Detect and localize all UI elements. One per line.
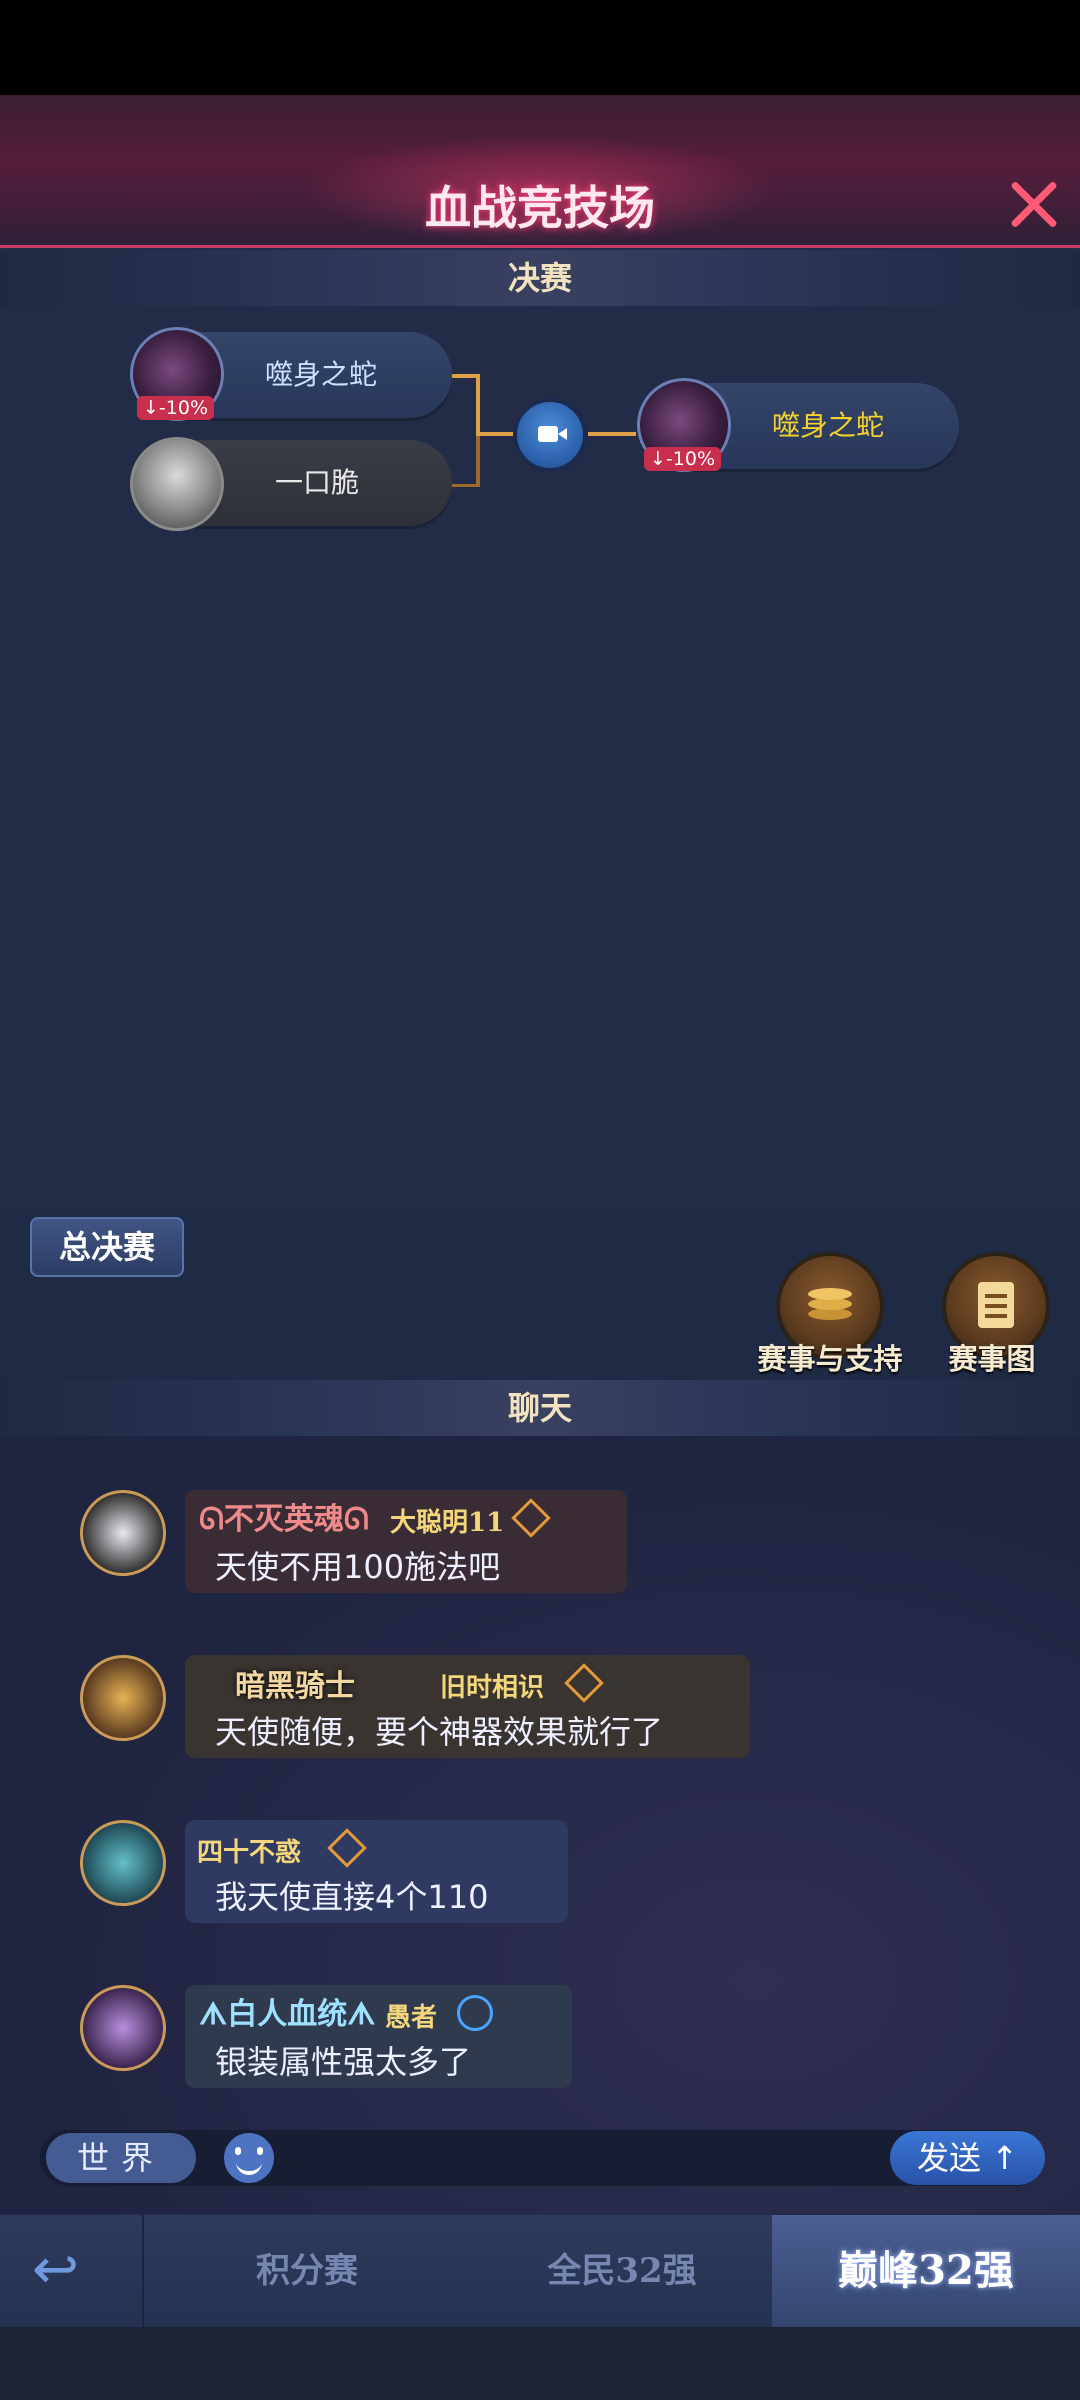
- final-section-label: 决赛: [507, 259, 572, 297]
- down-arrow-icon: ↓: [143, 397, 159, 419]
- chat-text: 银装属性强太多了: [215, 2043, 472, 2081]
- bracket-line: [476, 432, 516, 436]
- channel-world-button[interactable]: 世界: [46, 2133, 196, 2183]
- user-title: ᗑ白人血统ᗑ: [199, 1997, 376, 2032]
- wing-icon: ᘏ: [199, 1502, 224, 1537]
- rank-shield-icon: [457, 1995, 493, 2031]
- arrow-up-icon: ↑: [981, 2139, 1018, 2177]
- chat-username: 大聪明11: [390, 1508, 505, 1538]
- chat-section-bar: 聊天: [0, 1380, 1080, 1436]
- bracket-line: [476, 374, 480, 436]
- wing-icon: ᗑ: [199, 1997, 228, 2032]
- rank-diamond-icon: [564, 1663, 604, 1703]
- wing-icon: ᘏ: [343, 1502, 369, 1537]
- emoji-icon[interactable]: [224, 2133, 274, 2183]
- chat-username: 愚者: [385, 2003, 438, 2033]
- bracket-line: [588, 432, 636, 436]
- status-bar: [0, 0, 1080, 95]
- chat-avatar[interactable]: [80, 1490, 166, 1576]
- player-avatar: [130, 437, 224, 531]
- bottom-strip: [0, 2327, 1080, 2400]
- tab-points-match[interactable]: 积分赛: [142, 2215, 472, 2327]
- send-button[interactable]: 发送 ↑: [890, 2131, 1045, 2185]
- back-button[interactable]: ↩: [0, 2215, 144, 2327]
- final-section-bar: 决赛: [0, 250, 1080, 306]
- page-title: 血战竞技场: [425, 181, 655, 235]
- close-icon[interactable]: [1006, 176, 1062, 232]
- rank-change-badge: ↓-10%: [137, 396, 215, 420]
- down-arrow-icon: ↓: [650, 448, 666, 470]
- chat-text: 天使随便，要个神器效果就行了: [215, 1713, 664, 1751]
- player-name: 噬身之蛇: [265, 358, 378, 391]
- event-support-label: 赛事与支持: [757, 1342, 903, 1376]
- chat-username: 四十不惑: [197, 1838, 302, 1868]
- wing-icon: ᗑ: [347, 1997, 376, 2032]
- tab-grand-final[interactable]: 总决赛: [30, 1217, 184, 1277]
- video-camera-icon[interactable]: [513, 398, 587, 472]
- winner-name: 噬身之蛇: [772, 409, 885, 442]
- bracket-line: [476, 434, 480, 486]
- chat-avatar[interactable]: [80, 1985, 166, 2071]
- chat-text: 我天使直接4个110: [215, 1878, 489, 1916]
- chat-text: 天使不用100施法吧: [215, 1548, 501, 1586]
- user-title: ᘏ不灭英魂ᘏ: [199, 1502, 369, 1537]
- tab-top32-peak[interactable]: 巅峰32强: [772, 2215, 1080, 2327]
- chat-message: ᗑ白人血统ᗑ 愚者 银装属性强太多了: [185, 1985, 572, 2088]
- chat-avatar[interactable]: [80, 1655, 166, 1741]
- rank-diamond-icon: [327, 1828, 367, 1868]
- player-name: 一口脆: [275, 466, 360, 499]
- chat-message: 四十不惑 我天使直接4个110: [185, 1820, 568, 1923]
- chat-message: ᘏ不灭英魂ᘏ 大聪明11 天使不用100施法吧: [185, 1490, 627, 1593]
- chat-avatar[interactable]: [80, 1820, 166, 1906]
- rank-diamond-icon: [511, 1498, 551, 1538]
- rank-change-badge: ↓-10%: [644, 447, 722, 471]
- chat-username: 旧时相识: [440, 1673, 545, 1703]
- chat-section-label: 聊天: [507, 1389, 572, 1427]
- tab-top32-all[interactable]: 全民32强: [472, 2215, 772, 2327]
- user-title: 暗黑骑士: [235, 1669, 355, 1704]
- event-chart-label: 赛事图: [948, 1342, 1036, 1376]
- back-arrow-icon: ↩: [32, 2237, 79, 2302]
- chat-message: 暗黑骑士 旧时相识 天使随便，要个神器效果就行了: [185, 1655, 750, 1758]
